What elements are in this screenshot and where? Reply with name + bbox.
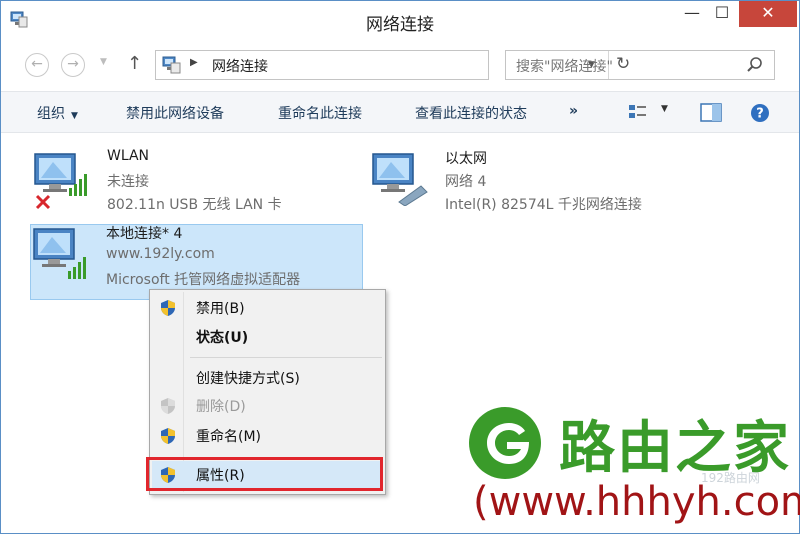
connection-device: Microsoft 托管网络虚拟适配器 — [106, 272, 301, 288]
ethernet-adapter-icon — [372, 153, 428, 206]
menu-item-label: 重命名(M) — [196, 429, 262, 445]
search-placeholder[interactable]: 搜索"网络连接" — [516, 56, 613, 76]
maximize-button[interactable]: ☐ — [707, 1, 737, 27]
menu-item-status[interactable]: 状态(U) — [152, 323, 383, 351]
organize-label: 组织 — [37, 106, 65, 122]
view-status-button[interactable]: 查看此连接的状态 — [415, 103, 527, 123]
forward-button[interactable]: → — [61, 53, 85, 77]
menu-item-create-shortcut[interactable]: 创建快捷方式(S) — [152, 364, 383, 392]
disable-device-button[interactable]: 禁用此网络设备 — [126, 103, 224, 123]
connection-name: WLAN — [107, 148, 150, 164]
menu-item-delete: 删除(D) — [152, 392, 383, 420]
change-view-icon[interactable] — [627, 102, 653, 124]
organize-menu[interactable]: 组织 ▼ — [37, 103, 78, 123]
minimize-button[interactable]: — — [677, 1, 707, 27]
search-icon[interactable] — [746, 56, 764, 74]
menu-item-label: 删除(D) — [196, 399, 246, 415]
menu-item-rename[interactable]: 重命名(M) — [152, 422, 383, 450]
connection-status: 网络 4 — [445, 174, 487, 190]
watermark-url: (www.hhhyh.com) — [473, 479, 800, 525]
command-bar: 组织 ▼ 禁用此网络设备 重命名此连接 查看此连接的状态 » ▼ ? — [1, 91, 799, 133]
connection-device: 802.11n USB 无线 LAN 卡 — [107, 197, 282, 213]
more-commands-button[interactable]: » — [569, 103, 578, 119]
uac-shield-icon — [161, 428, 175, 444]
menu-item-label: 禁用(B) — [196, 301, 245, 317]
breadcrumb-location[interactable]: 网络连接 — [212, 56, 268, 76]
highlight-annotation-box — [146, 457, 383, 491]
network-connections-icon — [162, 56, 181, 74]
connection-name: 以太网 — [445, 151, 487, 167]
menu-item-label: 创建快捷方式(S) — [196, 371, 300, 387]
connection-status: 未连接 — [107, 174, 149, 190]
wireless-adapter-icon — [33, 228, 86, 279]
uac-shield-icon — [161, 398, 175, 414]
view-options-dropdown-icon[interactable]: ▼ — [661, 104, 668, 114]
chevron-down-icon: ▼ — [71, 111, 78, 121]
connection-status: www.192ly.com — [106, 246, 215, 262]
connection-name: 本地连接* 4 — [106, 226, 183, 242]
menu-separator — [190, 357, 382, 358]
back-button[interactable]: ← — [25, 53, 49, 77]
menu-item-disable[interactable]: 禁用(B) — [152, 294, 383, 322]
close-button[interactable]: ✕ — [739, 1, 797, 27]
router-home-logo-icon — [469, 407, 541, 479]
help-icon[interactable]: ? — [749, 102, 771, 124]
search-box[interactable]: 搜索"网络连接" — [505, 50, 775, 80]
recent-locations-dropdown[interactable]: ▼ — [100, 57, 107, 67]
disconnected-x-icon — [35, 194, 51, 210]
breadcrumb-separator-icon[interactable]: ▶ — [190, 57, 198, 68]
svg-text:?: ? — [756, 107, 764, 122]
title-bar: 网络连接 — ☐ ✕ — [1, 1, 799, 39]
navigation-bar: ← → ▼ ↑ ▶ 网络连接 ▼ ↻ 搜索"网络连接" — [1, 41, 799, 85]
explorer-window: 网络连接 — ☐ ✕ ← → ▼ ↑ ▶ 网络连接 ▼ ↻ 搜索"网络连接" 组… — [0, 0, 800, 534]
menu-item-label: 状态(U) — [196, 330, 249, 346]
rename-connection-button[interactable]: 重命名此连接 — [278, 103, 362, 123]
up-button[interactable]: ↑ — [127, 53, 142, 74]
connection-device: Intel(R) 82574L 千兆网络连接 — [445, 197, 642, 213]
preview-pane-icon[interactable] — [699, 102, 723, 124]
address-bar[interactable]: ▶ 网络连接 ▼ ↻ — [155, 50, 630, 80]
uac-shield-icon — [161, 300, 175, 316]
